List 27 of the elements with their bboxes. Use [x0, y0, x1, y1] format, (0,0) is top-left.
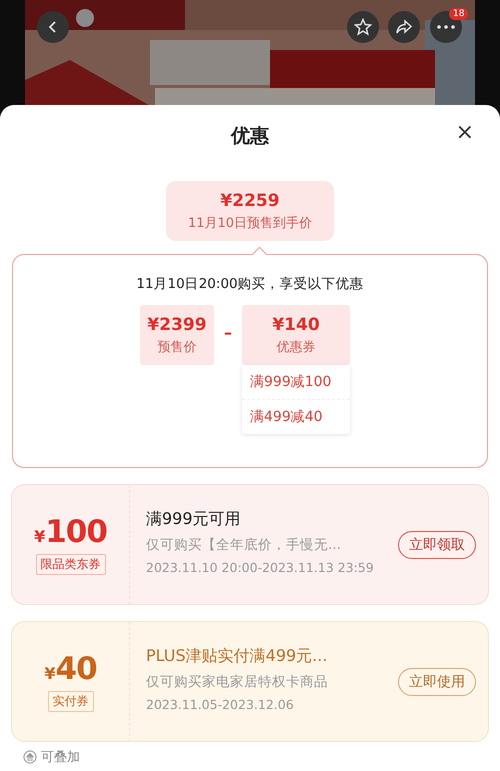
coupon-condition: 满499减40 — [249, 408, 324, 427]
stack-icon — [23, 750, 37, 764]
coupon-tag: 限品类东券 — [36, 554, 106, 575]
minus-sign: – — [224, 323, 232, 342]
coupon-action-button[interactable]: 立即使用 — [398, 668, 476, 696]
final-price-label: 11月10日预售到手价 — [188, 214, 312, 232]
close-button[interactable]: × — [456, 122, 474, 144]
coupon-amount: ¥40 — [44, 651, 97, 687]
coupon-amount: ¥100 — [34, 514, 107, 550]
coupon-description: 仅可购买家电家居特权卡商品 — [146, 673, 329, 691]
notification-badge: 18 — [449, 8, 468, 20]
coupon-action-button[interactable]: 立即领取 — [398, 530, 476, 558]
coupon-title: 满999元可用 — [146, 509, 242, 530]
presale-price: ¥2399 — [147, 314, 207, 334]
coupon-condition: 满999减100 — [242, 365, 350, 400]
sheet-title: 优惠 — [231, 124, 269, 149]
presale-price-label: 预售价 — [158, 338, 196, 356]
stackable-note: 可叠加 — [41, 749, 80, 766]
final-price: ¥2259 — [220, 190, 280, 210]
validity-period: 2023.11.05-2023.12.06 — [146, 697, 295, 712]
coupon-title: PLUS津贴实付满499元... — [146, 646, 328, 667]
coupon-total-label: 优惠券 — [276, 338, 316, 356]
coupon-total: ¥140 — [272, 314, 320, 334]
breakdown-heading: 11月10日20:00购买，享受以下优惠 — [136, 275, 364, 293]
coupon-tag: 实付券 — [48, 691, 94, 712]
validity-period: 2023.11.10 20:00-2023.11.13 23:59 — [146, 560, 375, 575]
coupon-description: 仅可购买【全年底价，手慢无... — [146, 536, 342, 554]
